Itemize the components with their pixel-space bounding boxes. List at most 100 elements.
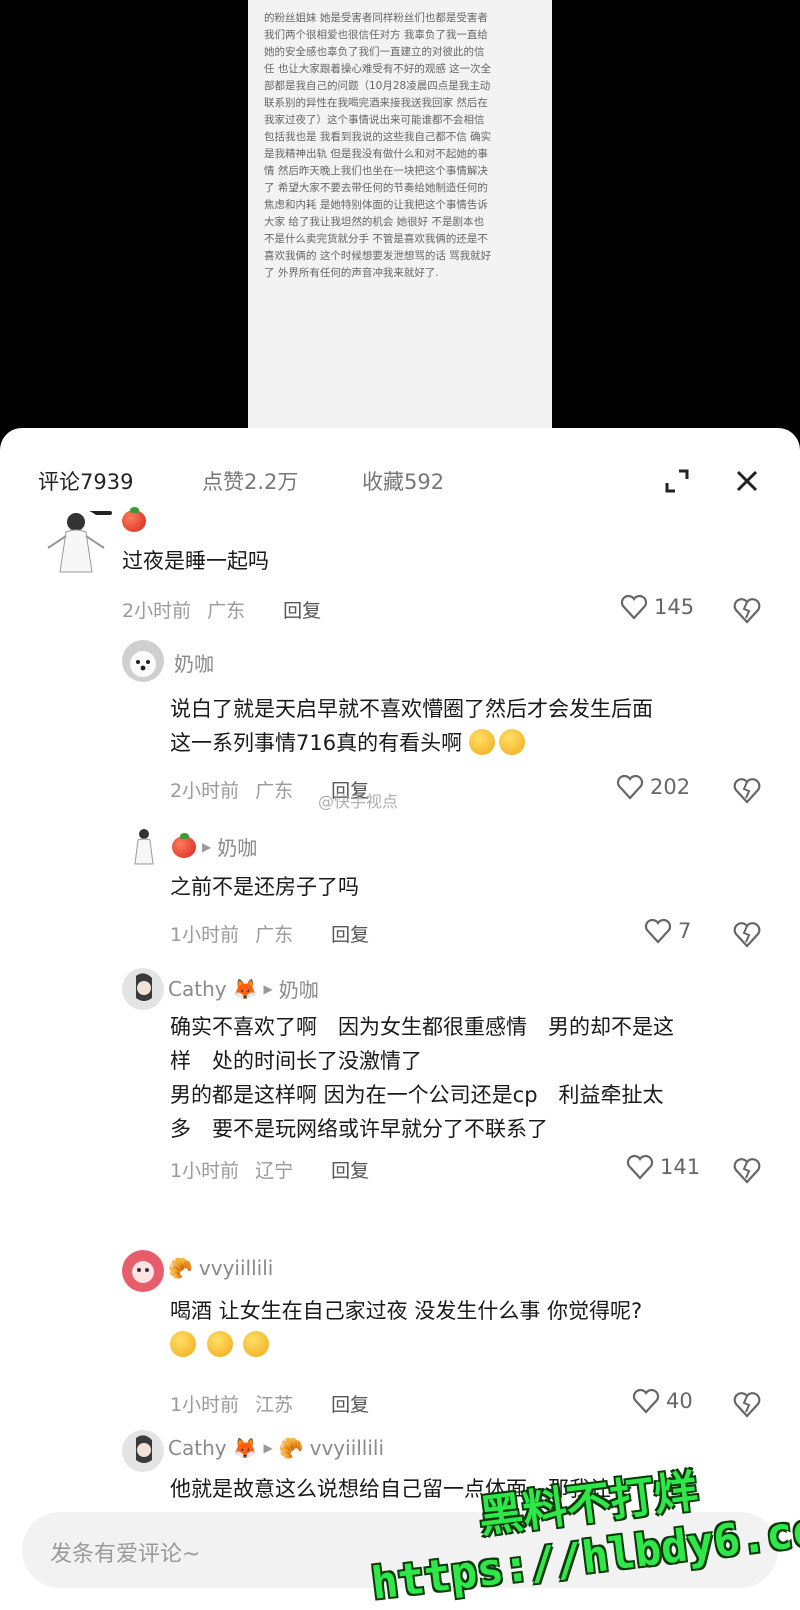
like-button[interactable]: 145 xyxy=(620,594,694,620)
avatar[interactable] xyxy=(122,1250,164,1292)
croissant-emoji: 🥐 xyxy=(168,1256,193,1280)
statement-image: 的粉丝姐妹 她是受害者同样粉丝们也都是受害者 我们两个很相爱也很信任对方 我辜负… xyxy=(248,0,552,430)
comment-location: 辽宁 xyxy=(255,1160,294,1182)
reply-button[interactable]: 回复 xyxy=(283,596,321,623)
comment-meta: 1小时前 江苏 回复 xyxy=(170,1390,369,1417)
heart-icon xyxy=(626,1154,654,1180)
comment-line: 确实不喜欢了啊 因为女生都很重感情 男的却不是这 xyxy=(170,1015,674,1039)
tomato-icon xyxy=(122,507,146,532)
reply-button[interactable]: 回复 xyxy=(331,1390,369,1417)
comment-location: 广东 xyxy=(207,600,246,622)
statement-line: 任 也让大家跟着操心难受有不好的观感 这一次全 xyxy=(264,63,492,75)
close-icon[interactable] xyxy=(730,464,764,498)
statement-line: 是我精神出轨 但是我没有做什么和对不起她的事 xyxy=(264,148,488,160)
dislike-icon[interactable] xyxy=(732,1156,762,1184)
like-button[interactable]: 40 xyxy=(632,1388,693,1414)
comment-text: 确实不喜欢了啊 因为女生都很重感情 男的却不是这 样 处的时间长了没激情了 男的… xyxy=(170,1010,674,1146)
comment-time: 2小时前 xyxy=(122,600,192,622)
comment-author[interactable]: 奶咖 xyxy=(174,648,214,677)
comment-location: 广东 xyxy=(255,780,294,802)
tab-favorites[interactable]: 收藏592 xyxy=(362,466,444,496)
dislike-icon[interactable] xyxy=(732,596,762,624)
comment-sheet: 评论7939 点赞2.2万 收藏592 过夜是睡一起吗 2小时前 广东 回复 1… xyxy=(0,428,800,1610)
comment-author[interactable]: ▶ 奶咖 xyxy=(172,832,257,861)
heart-icon xyxy=(620,594,648,620)
comment-line: 这一系列事情716真的有看头啊 xyxy=(170,726,653,760)
tab-bar: 评论7939 点赞2.2万 收藏592 xyxy=(0,428,800,528)
watermark: @快手视点 xyxy=(318,792,399,811)
like-count: 40 xyxy=(666,1389,693,1413)
like-button[interactable]: 202 xyxy=(616,774,690,800)
dislike-icon[interactable] xyxy=(732,920,762,948)
tomato-icon xyxy=(172,832,196,858)
comment-time: 1小时前 xyxy=(170,1160,240,1182)
like-count: 145 xyxy=(654,595,695,619)
statement-line: 的粉丝姐妹 她是受害者同样粉丝们也都是受害者 xyxy=(264,12,488,24)
comment-line: 多 要不是玩网络或许早就分了不联系了 xyxy=(170,1117,548,1141)
comment-line: 样 处的时间长了没激情了 xyxy=(170,1049,422,1073)
statement-line: 喜欢我俩的 这个时候想要发泄想骂的话 骂我就好 xyxy=(264,250,492,262)
comment-line: 男的都是这样啊 因为在一个公司还是cp 利益牵扯太 xyxy=(170,1083,664,1107)
avatar[interactable] xyxy=(40,508,110,578)
angry-emoji xyxy=(206,1331,233,1357)
comment-meta: 2小时前 广东 回复 xyxy=(122,596,321,623)
comment-text: 过夜是睡一起吗 xyxy=(122,549,269,573)
reply-target: vvyiillili xyxy=(309,1436,385,1460)
statement-line: 焦虑和内耗 是她特别体面的让我把这个事情告诉 xyxy=(264,199,488,211)
heart-icon xyxy=(616,774,644,800)
reply-button[interactable]: 回复 xyxy=(331,1156,369,1183)
comment-input-placeholder: 发条有爱评论~ xyxy=(50,1542,201,1567)
comment-author[interactable] xyxy=(122,507,152,532)
comment-author[interactable]: Cathy 🦊 ▶ 奶咖 xyxy=(168,974,319,1003)
comment-meta: 1小时前 辽宁 回复 xyxy=(170,1156,369,1183)
heart-icon xyxy=(644,918,672,944)
statement-line: 我们两个很相爱也很信任对方 我辜负了我一直给 xyxy=(264,29,488,41)
author-name: Cathy xyxy=(168,1436,227,1460)
comment-text: 之前不是还房子了吗 xyxy=(170,875,359,899)
author-name: Cathy xyxy=(168,976,227,1001)
tab-comments[interactable]: 评论7939 xyxy=(38,466,133,496)
comment-location: 江苏 xyxy=(255,1394,294,1416)
laugh-cry-emoji xyxy=(468,729,495,755)
avatar[interactable] xyxy=(122,1430,164,1472)
comment-line: 喝酒 让女生在自己家过夜 没发生什么事 你觉得呢? xyxy=(170,1299,643,1323)
author-name: vvyiillili xyxy=(198,1256,274,1280)
tab-likes[interactable]: 点赞2.2万 xyxy=(202,466,298,496)
croissant-emoji: 🥐 xyxy=(278,1436,304,1460)
avatar[interactable] xyxy=(122,968,164,1010)
comment-line: 说白了就是天启早就不喜欢懵圈了然后才会发生后面 xyxy=(170,697,653,721)
like-count: 202 xyxy=(650,775,691,799)
comment-author[interactable]: 🥐 vvyiillili xyxy=(168,1256,273,1280)
reply-arrow-icon: ▶ xyxy=(263,1441,273,1455)
statement-line: 她的安全感也辜负了我们一直建立的对彼此的信 xyxy=(264,46,485,58)
statement-line: 了 希望大家不要去带任何的节奏给她制造任何的 xyxy=(264,182,488,194)
comment-location: 广东 xyxy=(255,924,294,946)
fox-emoji: 🦊 xyxy=(232,1436,258,1460)
author-name: 奶咖 xyxy=(174,652,214,676)
like-button[interactable]: 7 xyxy=(644,918,691,944)
comment-time: 1小时前 xyxy=(170,1394,240,1416)
fox-emoji: 🦊 xyxy=(232,976,258,1001)
reply-arrow-icon: ▶ xyxy=(263,981,273,996)
statement-line: 我家过夜了）这个事情说出来可能谁都不会相信 xyxy=(264,114,485,126)
reply-arrow-icon: ▶ xyxy=(202,839,212,854)
avatar[interactable] xyxy=(122,826,164,868)
statement-line: 情 然后昨天晚上我们也坐在一块把这个事情解决 xyxy=(264,165,488,177)
dislike-icon[interactable] xyxy=(732,1390,762,1418)
like-button[interactable]: 141 xyxy=(626,1154,700,1180)
statement-line: 大家 给了我让我坦然的机会 她很好 不是剧本也 xyxy=(264,216,485,228)
like-count: 7 xyxy=(678,919,692,943)
comment-author[interactable]: Cathy 🦊 ▶ 🥐 vvyiillili xyxy=(168,1436,384,1460)
statement-line: 联系别的异性在我喝完酒来接我送我回家 然后在 xyxy=(264,97,488,109)
like-count: 141 xyxy=(660,1155,701,1179)
comment-meta: 1小时前 广东 回复 xyxy=(170,920,369,947)
angry-emoji xyxy=(170,1331,196,1357)
expand-icon[interactable] xyxy=(660,464,694,498)
statement-line: 了 外界所有任何的声音冲我来就好了. xyxy=(264,267,439,279)
reply-button[interactable]: 回复 xyxy=(331,920,369,947)
avatar[interactable] xyxy=(122,640,164,682)
comment-line xyxy=(170,1328,642,1362)
reply-target: 奶咖 xyxy=(217,836,258,860)
dislike-icon[interactable] xyxy=(732,776,762,804)
statement-line: 不是什么卖完货就分手 不管是喜欢我俩的还是不 xyxy=(264,233,488,245)
